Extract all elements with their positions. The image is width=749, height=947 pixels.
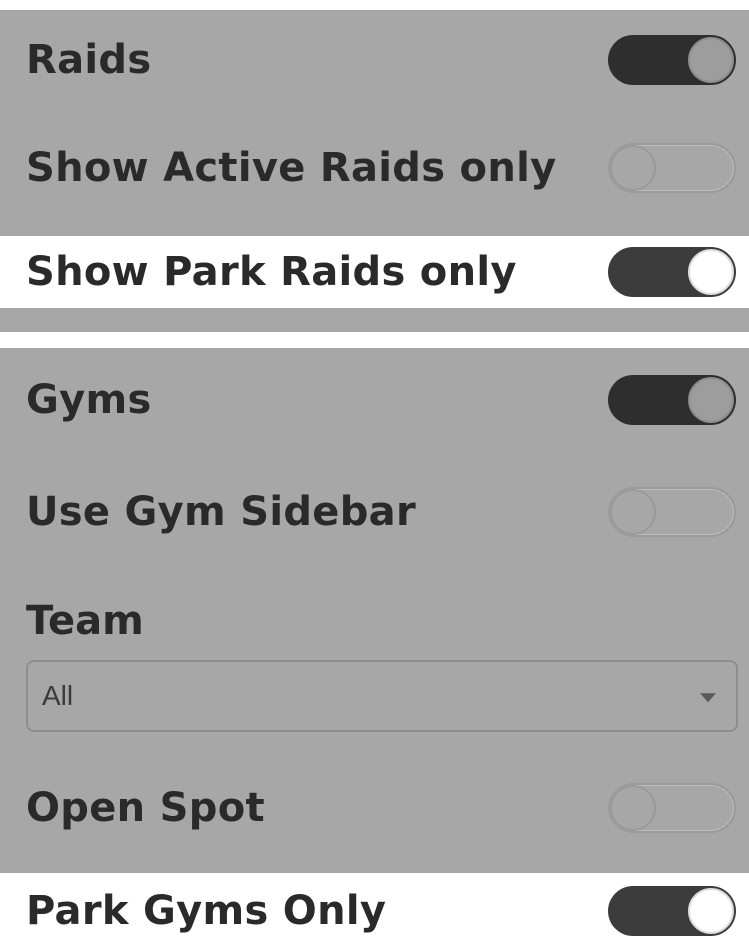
show-active-raids-row: Show Active Raids only [0,138,749,198]
raids-section-footer [0,308,749,332]
gyms-label: Gyms [26,377,152,423]
park-gyms-only-toggle-knob [688,888,734,934]
use-gym-sidebar-toggle-knob [610,489,656,535]
raids-label: Raids [26,37,152,83]
show-park-raids-section: Show Park Raids only [0,236,749,308]
raids-section: Raids Show Active Raids only [0,10,749,236]
show-active-raids-label: Show Active Raids only [26,145,557,191]
open-spot-toggle[interactable] [608,783,736,833]
gyms-toggle-knob [688,377,734,423]
park-gyms-only-label: Park Gyms Only [26,888,387,934]
show-park-raids-toggle-knob [688,249,734,295]
team-label: Team [26,598,144,644]
show-active-raids-toggle-knob [610,145,656,191]
raids-row: Raids [0,30,749,90]
team-select-value: All [42,680,74,711]
park-gyms-only-section: Park Gyms Only [0,873,749,947]
open-spot-label: Open Spot [26,785,265,831]
show-park-raids-toggle[interactable] [608,247,736,297]
raids-toggle-knob [688,37,734,83]
open-spot-toggle-knob [610,785,656,831]
use-gym-sidebar-row: Use Gym Sidebar [0,482,749,542]
park-gyms-only-toggle[interactable] [608,886,736,936]
show-park-raids-row: Show Park Raids only [0,242,749,302]
use-gym-sidebar-label: Use Gym Sidebar [26,489,416,535]
use-gym-sidebar-toggle[interactable] [608,487,736,537]
show-active-raids-toggle[interactable] [608,143,736,193]
park-gyms-only-row: Park Gyms Only [0,881,749,941]
open-spot-row: Open Spot [0,778,749,838]
gyms-toggle[interactable] [608,375,736,425]
team-select[interactable]: All [26,660,738,732]
settings-panel: Raids Show Active Raids only Show Park R… [0,0,749,947]
raids-toggle[interactable] [608,35,736,85]
gyms-row: Gyms [0,370,749,430]
show-park-raids-label: Show Park Raids only [26,249,517,295]
caret-down-icon [700,693,716,703]
